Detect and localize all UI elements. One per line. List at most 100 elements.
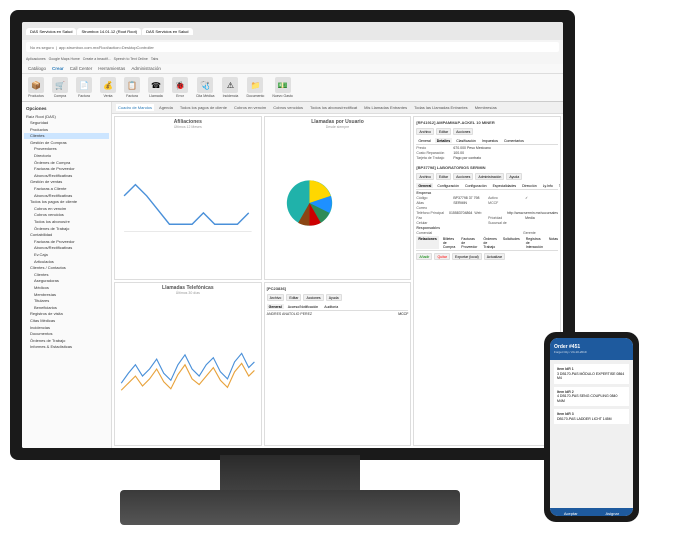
detail-tab[interactable]: Texto xyxy=(557,183,561,188)
editar-button[interactable]: Editar xyxy=(436,173,451,180)
tab-general[interactable]: General xyxy=(267,304,284,309)
view-tab[interactable]: Cobros en vencim xyxy=(232,104,268,111)
tree-item[interactable]: Órdenes de Trabajo xyxy=(24,337,109,344)
rel-tab[interactable]: Relaciones xyxy=(416,236,438,249)
tree-item[interactable]: Incidencias xyxy=(24,324,109,331)
anadir-button[interactable]: Añadir xyxy=(416,253,432,260)
tree-item[interactable]: Registros de visita xyxy=(24,311,109,318)
actualizar-button[interactable]: Actualizar xyxy=(484,253,505,260)
order-item[interactable]: Item IdR 24 DB170-PAS SENG COUPLING 0840… xyxy=(554,387,629,407)
tree-item[interactable]: Clientes / Contactos xyxy=(24,265,109,272)
view-tab[interactable]: Cuadro de Mandos xyxy=(116,104,154,111)
tree-item[interactable]: Órdenes de Trabajo xyxy=(24,225,109,232)
tree-item[interactable]: Citas Médicas xyxy=(24,317,109,324)
ribbon-tab-callcenter[interactable]: Call Center xyxy=(70,66,93,71)
browser-tab[interactable]: DAS Servicios en Salud xyxy=(26,28,76,35)
tree-item[interactable]: Facturas a Cliente xyxy=(24,186,109,193)
view-tab[interactable]: Mis Llamadas Entrantes xyxy=(362,104,409,111)
ribbon-tab-catalogo[interactable]: Catálogo xyxy=(28,66,46,71)
ayuda-button[interactable]: Ayuda xyxy=(506,173,522,180)
ribbon-item-factura[interactable]: 📄Factura xyxy=(76,77,92,98)
rel-tab[interactable]: Facturas de Proveedor xyxy=(459,236,479,249)
tree-item[interactable]: Gestión de ventas xyxy=(24,179,109,186)
bookmark[interactable]: Speech to Text Online xyxy=(114,57,148,61)
acciones-button[interactable]: Acciones xyxy=(453,173,473,180)
ribbon-item-llamada[interactable]: ☎Llamada xyxy=(148,77,164,98)
ribbon-item-productos[interactable]: 📦Productos xyxy=(28,77,44,98)
acciones-button[interactable]: Acciones xyxy=(303,294,323,301)
ribbon-item-incidencia[interactable]: ⚠Incidencia xyxy=(222,77,238,98)
detail-tab[interactable]: Dirección xyxy=(520,183,539,188)
rel-tab[interactable]: Solicitudes xyxy=(501,236,522,249)
view-tab[interactable]: Membresías xyxy=(473,104,499,111)
bookmark[interactable]: Google Maps Home xyxy=(49,57,80,61)
tab-clasificacion[interactable]: Clasificación xyxy=(454,138,478,143)
bookmark[interactable]: Tabs xyxy=(151,57,158,61)
ribbon-item-documento[interactable]: 📁Documento xyxy=(246,77,264,98)
ribbon-item-factura[interactable]: 📋Factura xyxy=(124,77,140,98)
ayuda-button[interactable]: Ayuda xyxy=(326,294,342,301)
bookmark[interactable]: Aplicaciones xyxy=(26,57,46,61)
tab-general[interactable]: General xyxy=(416,138,432,143)
tree-item[interactable]: Titulares xyxy=(24,298,109,305)
tree-item[interactable]: Membresías xyxy=(24,291,109,298)
archivo-button[interactable]: Archivo xyxy=(267,294,285,301)
url-bar[interactable]: No es seguro | app.strumbox.com.mx/Root/… xyxy=(26,42,559,52)
tree-item[interactable]: Facturas de Proveedor xyxy=(24,238,109,245)
tree-item[interactable]: Abonos/Rectificativas xyxy=(24,172,109,179)
tab-auditoria[interactable]: Auditoría xyxy=(322,304,340,309)
exportar-button[interactable]: Exportar (local) xyxy=(452,253,482,260)
detail-tab[interactable]: Especialidades xyxy=(491,183,519,188)
admin-button[interactable]: Administración xyxy=(475,173,504,180)
aceptar-button[interactable]: Aceptar xyxy=(550,508,592,516)
editar-button[interactable]: Editar xyxy=(436,128,451,135)
ribbon-tab-herramientas[interactable]: Herramientas xyxy=(98,66,125,71)
quitar-button[interactable]: Quitar xyxy=(434,253,450,260)
tree-item[interactable]: Beneficiarios xyxy=(24,304,109,311)
rel-tab[interactable]: Notas xyxy=(547,236,560,249)
tree-item[interactable]: Todos los abonos/re xyxy=(24,219,109,226)
browser-tab[interactable]: DAS Servicios en Salud xyxy=(142,28,192,35)
tab-impuestos[interactable]: Impuestos xyxy=(480,138,500,143)
archivo-button[interactable]: Archivo xyxy=(416,173,434,180)
ribbon-item-venta[interactable]: 💰Venta xyxy=(100,77,116,98)
asignar-button[interactable]: Asignar xyxy=(592,508,634,516)
tree-item[interactable]: Contabilidad xyxy=(24,232,109,239)
tab-comentarios[interactable]: Comentarios xyxy=(502,138,526,143)
tree-item[interactable]: Documentos xyxy=(24,331,109,338)
tree-item[interactable]: Cobros vencidos xyxy=(24,212,109,219)
tree-item[interactable]: Aseguradoras xyxy=(24,278,109,285)
view-tab[interactable]: Agenda xyxy=(157,104,175,111)
tree-item[interactable]: Clientes xyxy=(24,271,109,278)
ribbon-item-compra[interactable]: 🛒Compra xyxy=(52,77,68,98)
detail-tab[interactable]: Ly.Info xyxy=(541,183,555,188)
view-tab[interactable]: Todas las Llamadas Entrantes xyxy=(412,104,470,111)
tab-detalles[interactable]: Detalles xyxy=(435,138,452,143)
browser-tab[interactable]: Strumbox 14.01.12 (Root Root) xyxy=(77,28,141,35)
view-tab[interactable]: Cobros vencidos xyxy=(271,104,305,111)
ribbon-item-cita médica[interactable]: 🩺Cita Médica xyxy=(196,77,214,98)
ribbon-item-error[interactable]: 🐞Error xyxy=(172,77,188,98)
tree-item[interactable]: Gestión de Compras xyxy=(24,139,109,146)
editar-button[interactable]: Editar xyxy=(286,294,301,301)
rel-tab[interactable]: Registros de Interacción xyxy=(524,236,545,249)
ribbon-tab-crear[interactable]: Crear xyxy=(52,66,64,71)
tree-item[interactable]: Productos xyxy=(24,126,109,133)
view-tab[interactable]: Todos los abonos/rectificat xyxy=(308,104,359,111)
view-tab[interactable]: Todos los pagos de cliente xyxy=(178,104,229,111)
tree-item[interactable]: Abonos/Rectificativas xyxy=(24,192,109,199)
tree-item[interactable]: Abonos/Rectificativas xyxy=(24,245,109,252)
detail-tab[interactable]: General xyxy=(416,183,433,188)
rel-tab[interactable]: Billetes de Compra xyxy=(441,236,457,249)
tree-item[interactable]: Ev.Caja xyxy=(24,251,109,258)
acciones-button[interactable]: Acciones xyxy=(453,128,473,135)
detail-tab[interactable]: Configuración xyxy=(435,183,461,188)
archivo-button[interactable]: Archivo xyxy=(416,128,434,135)
order-item[interactable]: Item IdR 3DB170-PAS LADDER LICHT 145M xyxy=(554,409,629,424)
tree-item[interactable]: Informes & Estadísticas xyxy=(24,344,109,351)
tree-item[interactable]: Facturas de Proveedor xyxy=(24,166,109,173)
tree-item[interactable]: Seguridad xyxy=(24,120,109,127)
tree-item[interactable]: Directorio xyxy=(24,153,109,160)
rel-tab[interactable]: Órdenes de Trabajo xyxy=(481,236,498,249)
tree-item[interactable]: Articulados xyxy=(24,258,109,265)
